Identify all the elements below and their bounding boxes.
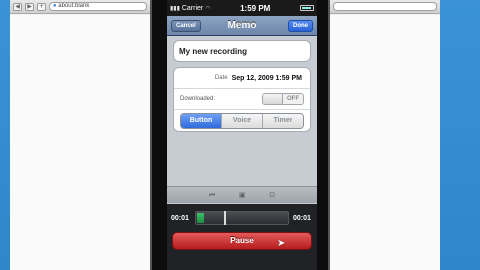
segment-button[interactable]: Button xyxy=(181,113,222,128)
downloaded-label: Downloaded: xyxy=(180,96,216,102)
carrier-signal: ▮▮▮ Carrier ◠ xyxy=(170,5,210,12)
phone-screen: ▮▮▮ Carrier ◠ 1:59 PM Cancel Memo Done M… xyxy=(167,0,317,270)
progress-track[interactable] xyxy=(195,211,289,225)
done-button[interactable]: Done xyxy=(288,19,313,32)
address-text: about:blank xyxy=(58,3,90,9)
browser-toolbar: ◀ ▶ + ● about:blank xyxy=(10,0,150,14)
switch-state: OFF xyxy=(283,94,303,104)
status-time: 1:59 PM xyxy=(240,3,271,13)
memo-title-field[interactable]: My new recording xyxy=(173,40,311,62)
iphone-simulator: ▮▮▮ Carrier ◠ 1:59 PM Cancel Memo Done M… xyxy=(150,0,330,270)
navigation-bar: Cancel Memo Done xyxy=(167,16,317,36)
address-bar-right[interactable] xyxy=(333,2,437,11)
back-arrow-icon[interactable]: ◀ xyxy=(13,2,22,11)
browser-page-right xyxy=(330,15,440,270)
next-icon[interactable]: ⊡ xyxy=(269,191,275,199)
total-time: 00:01 xyxy=(293,214,311,222)
address-bar[interactable]: ● about:blank xyxy=(49,2,147,11)
browser-page xyxy=(10,15,150,270)
browser-window-left: ◀ ▶ + ● about:blank xyxy=(10,0,150,270)
battery-icon xyxy=(300,5,314,11)
segment-voice[interactable]: Voice xyxy=(222,113,263,128)
pause-button[interactable]: Pause xyxy=(172,232,312,250)
date-label: Date xyxy=(214,75,228,81)
plus-icon[interactable]: + xyxy=(37,2,46,11)
downloaded-switch[interactable]: OFF xyxy=(262,93,304,105)
playhead[interactable] xyxy=(223,211,226,225)
browser-toolbar-right xyxy=(330,0,440,14)
date-row[interactable]: Date Sep 12, 2009 1:59 PM xyxy=(174,68,310,89)
player-toolbar: ⏮ ▣ ⊡ xyxy=(167,186,317,203)
memo-details-group: Date Sep 12, 2009 1:59 PM Downloaded: OF… xyxy=(173,67,311,132)
date-value: Sep 12, 2009 1:59 PM xyxy=(231,74,302,82)
memo-form: My new recording Date Sep 12, 2009 1:59 … xyxy=(167,36,317,136)
segment-row: Button Voice Timer xyxy=(174,110,310,131)
mouse-cursor-icon: ➤ xyxy=(277,238,286,249)
switch-knob xyxy=(263,94,283,104)
wifi-icon: ◠ xyxy=(205,4,211,12)
cancel-button[interactable]: Cancel xyxy=(171,19,201,32)
signal-icon: ▮▮▮ xyxy=(170,4,180,12)
progress-fill xyxy=(197,213,205,223)
play-icon[interactable]: ▣ xyxy=(239,191,246,199)
mode-segmented-control: Button Voice Timer xyxy=(180,112,304,129)
segment-timer[interactable]: Timer xyxy=(263,113,303,128)
globe-icon: ● xyxy=(53,3,57,9)
downloaded-row: Downloaded: OFF xyxy=(174,89,310,110)
carrier-label: Carrier xyxy=(181,4,204,12)
elapsed-time: 00:01 xyxy=(171,214,189,222)
recorder-panel: 00:01 00:01 Pause xyxy=(167,204,317,270)
forward-arrow-icon[interactable]: ▶ xyxy=(25,2,34,11)
desktop: ◀ ▶ + ● about:blank ▮▮▮ Carrier ◠ 1:59 P… xyxy=(0,0,480,270)
browser-window-right xyxy=(330,0,440,270)
timeline: 00:01 00:01 xyxy=(171,210,313,226)
prev-icon[interactable]: ⏮ xyxy=(209,191,215,200)
status-bar: ▮▮▮ Carrier ◠ 1:59 PM xyxy=(167,0,317,16)
